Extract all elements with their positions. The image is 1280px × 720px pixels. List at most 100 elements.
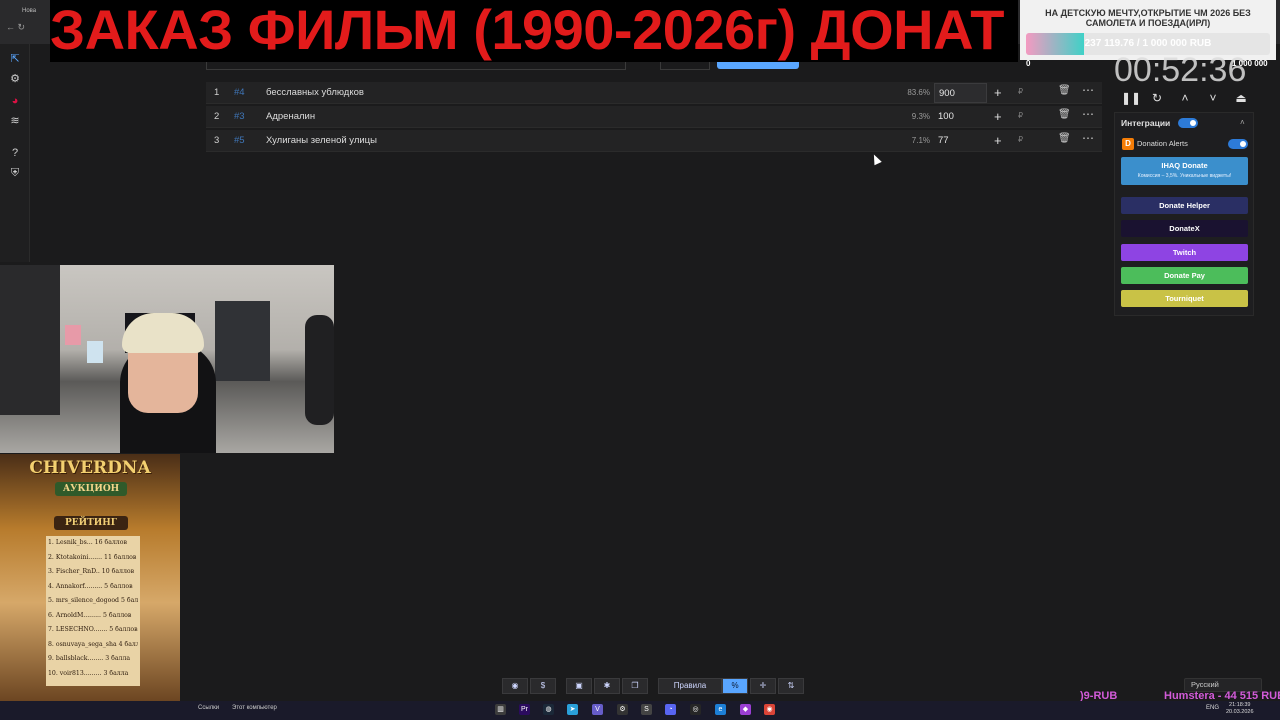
banner-text: ЗАКАЗ ФИЛЬМ (1990-2026г) ДОНАТ [50, 0, 1004, 61]
donation-alerts-toggle[interactable] [1228, 139, 1248, 149]
tourniquet-button[interactable]: Tourniquet [1121, 290, 1248, 307]
donation-alerts-label: Donation Alerts [1137, 139, 1188, 148]
taskbar-language[interactable]: ENG [1206, 705, 1219, 711]
integrations-title: Интеграции [1121, 118, 1171, 128]
rating-entry: 6. ArnoldM......... 5 баллов [48, 611, 132, 619]
add-amount-icon[interactable]: + [994, 109, 1002, 124]
chevron-down-icon[interactable]: ˅ [1205, 91, 1221, 105]
layers-icon[interactable]: ≋ [8, 114, 22, 128]
lot-amount-input[interactable]: 900 [934, 83, 987, 103]
taskbar-links[interactable]: Ссылки [198, 705, 219, 711]
lot-amount-input[interactable]: 77 [934, 131, 987, 151]
rating-entry: 8. osnuvaya_sega_sha 4 баллов [48, 640, 138, 648]
twitch-app-icon[interactable]: ◆ [740, 704, 751, 715]
lot-name[interactable]: бесславных ублюдков [266, 87, 364, 98]
viber-icon[interactable]: V [592, 704, 603, 715]
os-taskbar [0, 701, 1280, 720]
lot-row[interactable]: 3 #5 Хулиганы зеленой улицы 7.1% 77 + ₽ 🗑 ⋯ [206, 130, 1102, 152]
app-icon[interactable]: S [641, 704, 652, 715]
shield-icon[interactable]: ⛨ [8, 166, 22, 180]
add-lot-button[interactable] [717, 62, 799, 69]
webcam-feed [0, 265, 334, 453]
twitch-button[interactable]: Twitch [1121, 244, 1248, 261]
save-icon[interactable]: ▣ [566, 678, 592, 694]
edge-icon[interactable]: e [715, 704, 726, 715]
obs-icon[interactable]: ◎ [690, 704, 701, 715]
copy-icon[interactable]: ❐ [622, 678, 648, 694]
lot-id[interactable]: #4 [234, 87, 245, 98]
rating-entry: 3. Fischer_RnD.. 10 баллов [48, 568, 135, 575]
lot-name[interactable]: Хулиганы зеленой улицы [266, 135, 377, 146]
bug-icon[interactable]: ✱ [594, 678, 620, 694]
rules-button[interactable]: Правила [658, 678, 722, 694]
file-explorer-icon[interactable]: ▥ [495, 704, 506, 715]
auction-subtitle: АУКЦИОН [55, 482, 127, 496]
discord-icon[interactable]: ◔ [665, 704, 676, 715]
more-icon[interactable]: ⋯ [1082, 83, 1094, 97]
pause-icon[interactable]: ❚❚ [1121, 91, 1141, 105]
telegram-icon[interactable]: ➤ [567, 704, 578, 715]
donate-helper-button[interactable]: Donate Helper [1121, 197, 1248, 214]
gear-icon[interactable]: ⚙ [8, 72, 22, 86]
chevron-up-icon[interactable]: ˄ [1177, 91, 1193, 105]
sort-icon[interactable]: ⇅ [778, 678, 804, 694]
rating-entry: 1. Lesnik_bs... 16 баллов [48, 539, 127, 546]
taskbar-clock[interactable]: 21:18:39 20.03.2026 [1226, 702, 1254, 716]
chrome-icon[interactable]: ◉ [764, 704, 775, 715]
clock-time: 21:18:39 [1229, 702, 1251, 708]
auction-timer: 00:52:36 [1114, 51, 1247, 89]
browser-tab[interactable]: Нова [22, 4, 50, 18]
add-amount-icon[interactable]: + [994, 133, 1002, 148]
more-icon[interactable]: ⋯ [1082, 107, 1094, 121]
trash-icon[interactable]: 🗑 [1058, 85, 1071, 99]
lot-id[interactable]: #5 [234, 135, 245, 146]
eject-icon[interactable]: ⏏ [1233, 91, 1249, 105]
lot-row[interactable]: 1 #4 бесславных ублюдков 83.6% 900 + ₽ 🗑 ⋯ [206, 82, 1102, 104]
premiere-icon[interactable]: Pr [519, 704, 530, 715]
taskbar-this-pc[interactable]: Этот компьютер [232, 705, 277, 711]
reset-icon[interactable]: ↻ [1149, 91, 1165, 105]
integrations-toggle[interactable] [1178, 118, 1198, 128]
trash-icon[interactable]: 🗑 [1058, 109, 1071, 123]
goal-title: НА ДЕТСКУЮ МЕЧТУ,ОТКРЫТИЕ ЧМ 2026 БЕЗ СА… [1045, 8, 1251, 28]
lot-search-input[interactable] [206, 62, 626, 70]
rating-label: РЕЙТИНГ [54, 516, 128, 530]
donation-alerts-logo-icon: D [1122, 138, 1134, 150]
trash-icon[interactable]: 🗑 [1058, 133, 1071, 147]
lot-name[interactable]: Адреналин [266, 111, 315, 122]
lot-percent: 7.1% [911, 136, 930, 145]
donate-pay-button[interactable]: Donate Pay [1121, 267, 1248, 284]
sidebar: ⇱ ⚙ ◕ ≋ ? ⛨ [0, 44, 30, 262]
mouse-cursor-icon [870, 152, 882, 166]
github-icon[interactable]: ◉ [502, 678, 528, 694]
dollar-icon[interactable]: $ [530, 678, 556, 694]
ihaq-donate-button[interactable]: IHAQ Donate Комиссия – 3,5%. Уникальные в… [1121, 157, 1248, 185]
filter-control[interactable] [660, 62, 710, 70]
more-icon[interactable]: ⋯ [1082, 131, 1094, 145]
lot-percent: 9.3% [911, 112, 930, 121]
lot-id[interactable]: #3 [234, 111, 245, 122]
lot-index: 3 [214, 135, 220, 146]
rating-entry: 10. voir813......... 3 балла [48, 669, 129, 677]
percent-button[interactable]: % [722, 678, 748, 694]
pie-icon[interactable]: ◕ [8, 94, 22, 108]
settings-icon[interactable]: ⚙ [617, 704, 628, 715]
rating-entry: 4. Annakorf......... 5 баллов [48, 582, 133, 590]
help-icon[interactable]: ? [8, 146, 22, 160]
rating-entry: 7. LESECHNO....... 5 баллов [48, 626, 138, 633]
add-amount-icon[interactable]: + [994, 85, 1002, 100]
lot-index: 2 [214, 111, 220, 122]
clock-date: 20.03.2026 [1226, 709, 1254, 715]
rating-entry: 9. ballsblack........ 3 балла [48, 655, 131, 662]
ihaq-subtitle: Комиссия – 3,5%. Уникальные виджеты! [1137, 173, 1232, 179]
lot-row[interactable]: 2 #3 Адреналин 9.3% 100 + ₽ 🗑 ⋯ [206, 106, 1102, 128]
donatex-button[interactable]: DonateX [1121, 220, 1248, 237]
collapse-icon[interactable]: ˄ [1240, 118, 1245, 127]
lot-amount-input[interactable]: 100 [934, 107, 987, 127]
arrow-up-icon[interactable]: ⇱ [8, 52, 22, 66]
steam-icon[interactable]: ◍ [543, 704, 554, 715]
browser-nav-buttons[interactable]: ← ↻ [6, 22, 50, 36]
bottom-toolbar: ◉ $ ▣ ✱ ❐ Правила % ✛ ⇅ [502, 678, 806, 694]
move-icon[interactable]: ✛ [750, 678, 776, 694]
rating-entry: 5. mrs_silence_dogood 5 баллов [48, 597, 138, 604]
